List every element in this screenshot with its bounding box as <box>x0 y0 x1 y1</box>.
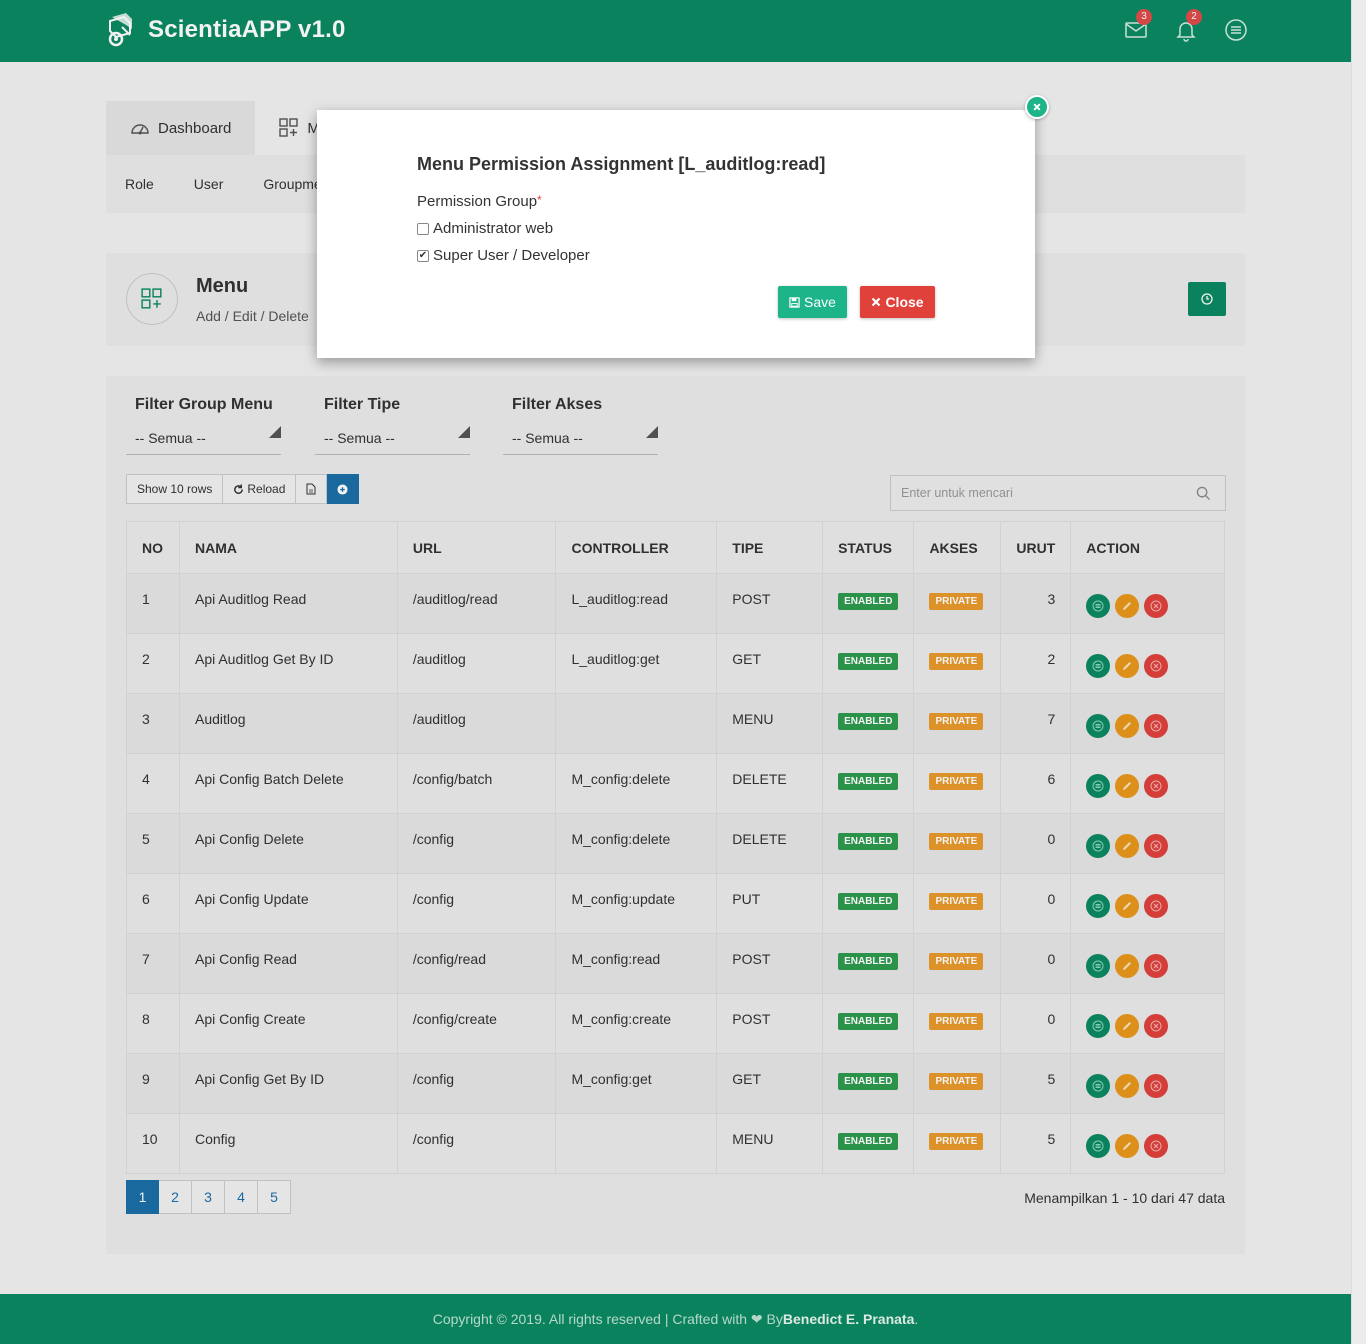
permission-modal: Menu Permission Assignment [L_auditlog:r… <box>317 110 1035 358</box>
permission-group-label-text: Permission Group <box>417 193 538 210</box>
close-icon <box>1033 103 1041 111</box>
save-button[interactable]: Save <box>778 286 847 318</box>
close-button[interactable]: Close <box>860 286 935 318</box>
option-label: Super User / Developer <box>433 247 590 264</box>
permission-group-label: Permission Group* <box>417 193 542 210</box>
checkbox-super-user[interactable]: ✔ <box>417 249 429 262</box>
option-administrator-web[interactable]: Administrator web <box>417 220 553 237</box>
close-label: Close <box>885 294 924 310</box>
option-super-user[interactable]: ✔ Super User / Developer <box>417 247 590 264</box>
modal-dismiss-button[interactable] <box>1025 95 1049 119</box>
option-label: Administrator web <box>433 220 554 237</box>
floppy-icon <box>789 296 800 308</box>
required-mark: * <box>537 193 542 207</box>
checkbox-administrator-web[interactable] <box>417 222 429 235</box>
save-label: Save <box>804 294 836 310</box>
modal-title: Menu Permission Assignment [L_auditlog:r… <box>417 154 826 174</box>
scrollbar[interactable] <box>1351 0 1366 1344</box>
close-icon <box>872 297 881 307</box>
